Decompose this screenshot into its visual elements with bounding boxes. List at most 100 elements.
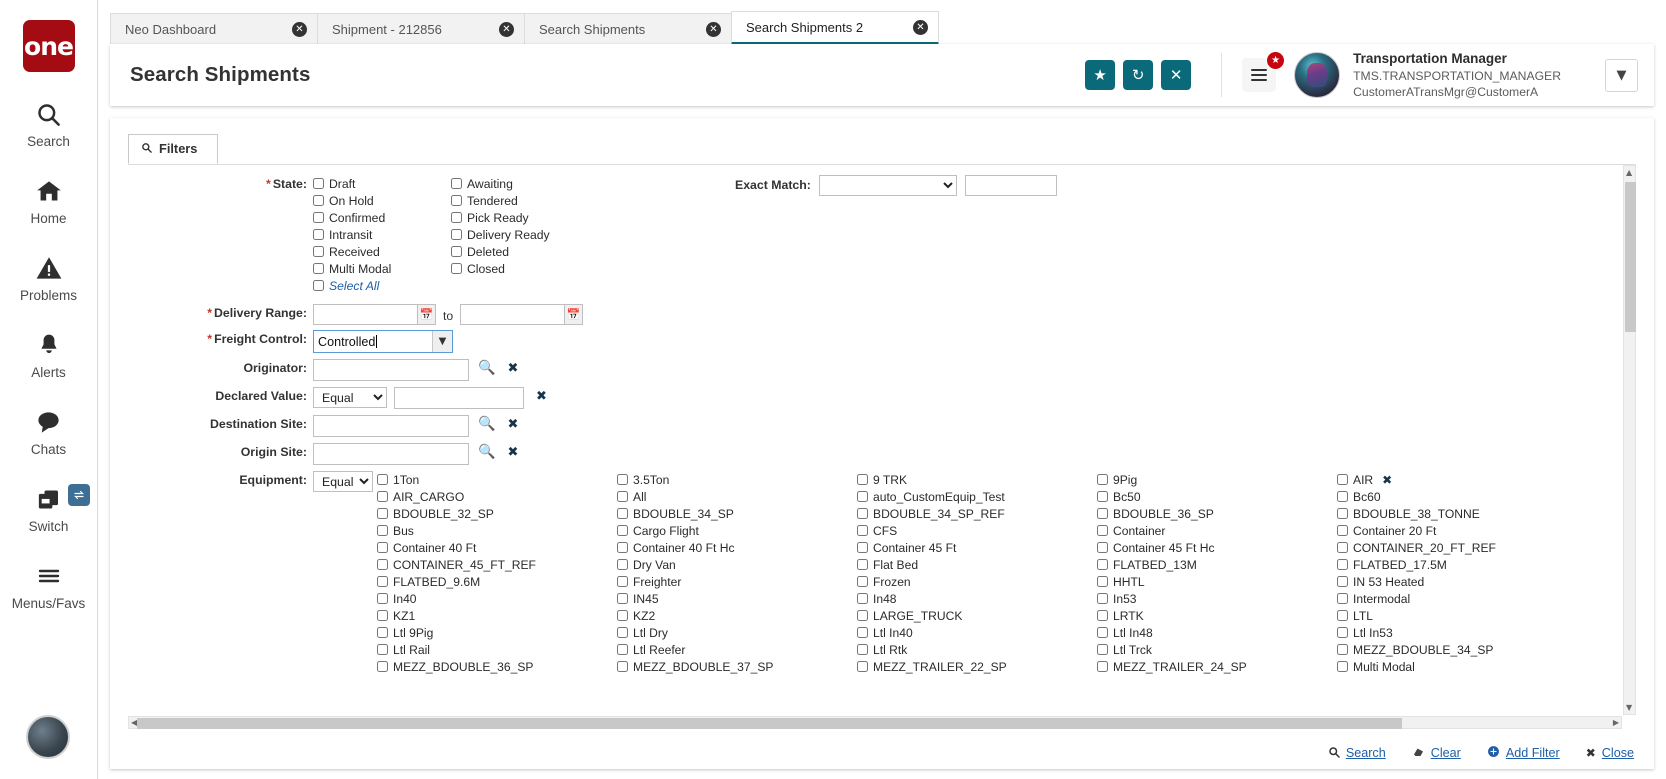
checkbox-input[interactable] [377, 644, 388, 655]
checkbox-input[interactable] [377, 559, 388, 570]
checkbox-input[interactable] [617, 491, 628, 502]
checkbox-input[interactable] [377, 627, 388, 638]
checkbox-input[interactable] [617, 542, 628, 553]
sidebar-item-problems[interactable]: Problems [0, 251, 98, 303]
search-picker-icon[interactable]: 🔍 [478, 359, 495, 376]
checkbox-input[interactable] [451, 178, 462, 189]
checkbox-input[interactable] [857, 644, 868, 655]
checkbox-received[interactable]: Received [313, 243, 451, 260]
close-action[interactable]: ✖ Close [1586, 746, 1634, 760]
equipment-checkbox-row[interactable]: LARGE_TRUCK [857, 607, 1097, 624]
close-icon[interactable]: ✕ [913, 20, 928, 35]
equipment-checkbox-row[interactable]: LTL [1337, 607, 1577, 624]
equipment-checkbox-row[interactable]: Frozen [857, 573, 1097, 590]
search-picker-icon[interactable]: 🔍 [478, 443, 495, 460]
equipment-checkbox-row[interactable]: CONTAINER_20_FT_REF [1337, 539, 1577, 556]
equipment-checkbox-row[interactable]: Container 45 Ft Hc [1097, 539, 1337, 556]
equipment-checkbox-row[interactable]: MEZZ_BDOUBLE_34_SP [1337, 641, 1577, 658]
tab-filters[interactable]: Filters [128, 134, 218, 164]
checkbox-input[interactable] [377, 491, 388, 502]
select-all-label[interactable]: Select All [329, 279, 379, 293]
equipment-checkbox-row[interactable]: Dry Van [617, 556, 857, 573]
equipment-checkbox-row[interactable]: Ltl Dry [617, 624, 857, 641]
rail-avatar[interactable] [26, 715, 70, 759]
equipment-checkbox-row[interactable]: Ltl Trck [1097, 641, 1337, 658]
checkbox-input[interactable] [857, 559, 868, 570]
checkbox-input[interactable] [377, 508, 388, 519]
equipment-checkbox-row[interactable]: Multi Modal [1337, 658, 1577, 675]
checkbox-input[interactable] [1097, 661, 1108, 672]
sidebar-item-home[interactable]: Home [0, 174, 98, 226]
equipment-checkbox-row[interactable]: Intermodal [1337, 590, 1577, 607]
checkbox-input[interactable] [617, 627, 628, 638]
checkbox-input[interactable] [1337, 661, 1348, 672]
checkbox-input[interactable] [1337, 474, 1348, 485]
sidebar-item-switch[interactable]: Switch [0, 482, 98, 534]
equipment-checkbox-row[interactable]: AIR_CARGO [377, 488, 617, 505]
checkbox-multi-modal[interactable]: Multi Modal [313, 260, 451, 277]
checkbox-input[interactable] [1097, 593, 1108, 604]
equipment-checkbox-row[interactable]: Container 20 Ft [1337, 522, 1577, 539]
checkbox-input[interactable] [617, 644, 628, 655]
sidebar-item-search[interactable]: Search [0, 97, 98, 149]
checkbox-input[interactable] [1097, 508, 1108, 519]
exact-match-input[interactable] [965, 175, 1057, 196]
checkbox-input[interactable] [1097, 474, 1108, 485]
checkbox-input[interactable] [857, 627, 868, 638]
tab-search-shipments-2[interactable]: Search Shipments 2 ✕ [731, 11, 939, 45]
equipment-checkbox-row[interactable]: Container 40 Ft [377, 539, 617, 556]
freight-control-combo[interactable]: Controlled ▼ [313, 330, 453, 353]
equipment-checkbox-row[interactable]: AIR✖ [1337, 471, 1577, 488]
equipment-checkbox-row[interactable]: Freighter [617, 573, 857, 590]
equipment-checkbox-row[interactable]: Bc50 [1097, 488, 1337, 505]
tab-shipment-212856[interactable]: Shipment - 212856 ✕ [317, 13, 525, 45]
equipment-checkbox-row[interactable]: auto_CustomEquip_Test [857, 488, 1097, 505]
horizontal-scroll-thumb[interactable] [137, 718, 1402, 729]
equipment-checkbox-row[interactable]: 1Ton [377, 471, 617, 488]
checkbox-input[interactable] [377, 610, 388, 621]
checkbox-input[interactable] [313, 280, 324, 291]
one-logo[interactable]: one [23, 20, 75, 72]
checkbox-pick-ready[interactable]: Pick Ready [451, 209, 589, 226]
checkbox-input[interactable] [451, 246, 462, 257]
equipment-checkbox-row[interactable]: FLATBED_13M [1097, 556, 1337, 573]
equipment-checkbox-row[interactable]: Bc60 [1337, 488, 1577, 505]
equipment-checkbox-row[interactable]: MEZZ_TRAILER_22_SP [857, 658, 1097, 675]
tab-search-shipments[interactable]: Search Shipments ✕ [524, 13, 732, 45]
equipment-checkbox-row[interactable]: Ltl Rtk [857, 641, 1097, 658]
checkbox-input[interactable] [617, 525, 628, 536]
equipment-checkbox-row[interactable]: BDOUBLE_32_SP [377, 505, 617, 522]
freight-control-value[interactable]: Controlled [314, 335, 432, 349]
equipment-operator-select[interactable]: Equal [313, 471, 373, 492]
checkbox-input[interactable] [313, 178, 324, 189]
checkbox-input[interactable] [857, 661, 868, 672]
equipment-checkbox-row[interactable]: In40 [377, 590, 617, 607]
equipment-checkbox-row[interactable]: Ltl 9Pig [377, 624, 617, 641]
menu-button[interactable]: ★ [1242, 58, 1276, 92]
equipment-checkbox-row[interactable]: FLATBED_17.5M [1337, 556, 1577, 573]
equipment-checkbox-row[interactable]: Flat Bed [857, 556, 1097, 573]
checkbox-input[interactable] [1097, 644, 1108, 655]
checkbox-input[interactable] [857, 542, 868, 553]
checkbox-input[interactable] [377, 542, 388, 553]
checkbox-input[interactable] [1097, 610, 1108, 621]
checkbox-input[interactable] [313, 263, 324, 274]
equipment-checkbox-row[interactable]: 9 TRK [857, 471, 1097, 488]
checkbox-input[interactable] [313, 195, 324, 206]
equipment-checkbox-row[interactable]: IN45 [617, 590, 857, 607]
checkbox-input[interactable] [451, 263, 462, 274]
close-button[interactable]: ✕ [1161, 60, 1191, 90]
calendar-icon[interactable]: 📅 [564, 304, 583, 325]
checkbox-input[interactable] [857, 491, 868, 502]
equipment-checkbox-row[interactable]: Ltl Rail [377, 641, 617, 658]
equipment-checkbox-row[interactable]: Container [1097, 522, 1337, 539]
destination-site-input[interactable] [313, 415, 469, 437]
equipment-checkbox-row[interactable]: BDOUBLE_34_SP_REF [857, 505, 1097, 522]
delivery-range-to-input[interactable] [460, 304, 564, 325]
equipment-checkbox-row[interactable]: CFS [857, 522, 1097, 539]
checkbox-closed[interactable]: Closed [451, 260, 589, 277]
scroll-down-icon[interactable]: ▼ [1626, 703, 1632, 712]
checkbox-input[interactable] [617, 559, 628, 570]
equipment-checkbox-row[interactable]: All [617, 488, 857, 505]
clear-action[interactable]: Clear [1412, 746, 1461, 761]
